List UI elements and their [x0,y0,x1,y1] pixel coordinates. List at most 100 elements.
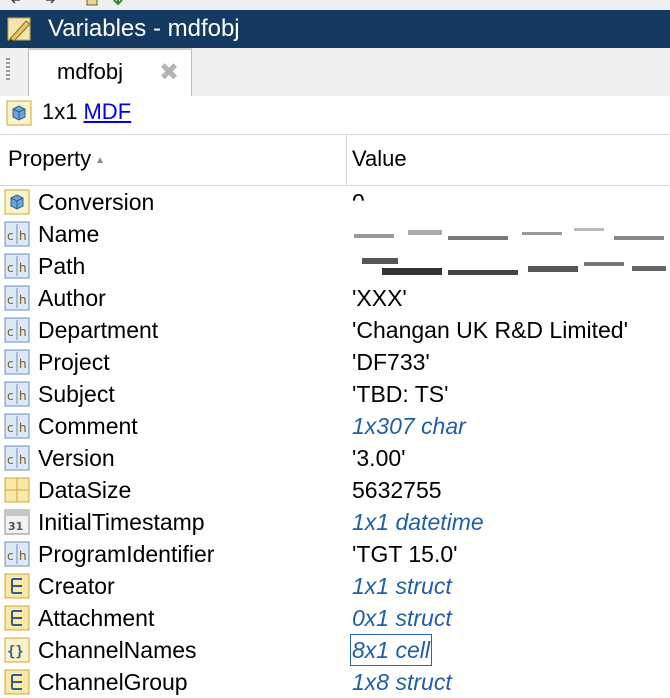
property-row-department[interactable]: c h Department 'Changan UK R&D Limited' [0,314,670,346]
table-header: Property ▲ Value [0,134,670,186]
variable-size: 1x1 [42,99,78,124]
property-row-initialtimestamp[interactable]: 31 InitialTimestamp 1x1 datetime [0,506,670,538]
property-name: Version [38,445,115,471]
property-name: DataSize [38,477,132,503]
property-value-link[interactable]: 1x8 struct [352,668,452,696]
property-name: Subject [38,381,115,407]
property-row-author[interactable]: c h Author 'XXX' [0,282,670,314]
column-header-property[interactable]: Property ▲ [8,146,105,172]
struct-icon [4,669,30,695]
svg-text:h: h [19,293,27,307]
svg-text:c: c [7,549,14,563]
property-row-datasize[interactable]: DataSize 5632755 [0,474,670,506]
char-icon: c h [4,221,30,247]
svg-text:c: c [7,421,14,435]
numeric-icon [4,477,30,503]
property-row-comment[interactable]: c h Comment 1x307 char [0,410,670,442]
svg-text:h: h [19,229,27,243]
property-name: Author [38,285,106,311]
property-name: Path [38,253,86,279]
property-row-subject[interactable]: c h Subject 'TBD: TS' [0,378,670,410]
back-arrow-icon[interactable] [10,0,22,6]
svg-text:c: c [7,293,14,307]
property-name: Comment [38,413,138,439]
property-row-conversion[interactable]: Conversion 0 [0,186,670,218]
property-row-project[interactable]: c h Project 'DF733' [0,346,670,378]
tab-mdfobj[interactable]: mdfobj ✖ [28,48,192,96]
struct-icon [4,573,30,599]
class-link[interactable]: MDF [83,99,131,124]
redacted-value [354,228,664,240]
svg-text:c: c [7,453,14,467]
property-name: Project [38,349,110,375]
property-name: Department [38,317,159,343]
property-value-link[interactable]: 1x1 datetime [352,508,484,536]
property-name: ChannelGroup [38,669,188,695]
svg-text:c: c [7,325,14,339]
property-value: 'TBD: TS' [352,381,449,407]
top-toolbar-strip [0,0,670,10]
svg-text:h: h [19,549,27,563]
property-value: 0 [352,189,365,215]
object-icon [6,100,32,126]
property-value: 'TGT 15.0' [352,541,458,567]
close-icon[interactable]: ✖ [159,58,179,87]
table-icon[interactable] [86,0,98,6]
property-row-attachment[interactable]: Attachment 0x1 struct [0,602,670,634]
char-icon: c h [4,253,30,279]
svg-text:c: c [7,229,14,243]
object-icon [4,189,30,215]
property-value-link-selected[interactable]: 8x1 cell [350,634,432,666]
tab-label: mdfobj [57,59,124,84]
tab-bar: mdfobj ✖ [0,48,670,97]
cell-icon: {} [4,637,30,663]
svg-text:c: c [7,261,14,275]
property-list: Conversion 0 c h Name c h Path c h Autho… [0,186,670,698]
char-icon: c h [4,413,30,439]
svg-text:c: c [7,389,14,403]
char-icon: c h [4,541,30,567]
property-row-programidentifier[interactable]: c h ProgramIdentifier 'TGT 15.0' [0,538,670,570]
struct-icon [4,605,30,631]
property-value: 'DF733' [352,349,430,375]
property-row-path[interactable]: c h Path [0,250,670,282]
property-value: 'Changan UK R&D Limited' [352,317,628,343]
char-icon: c h [4,317,30,343]
property-value: 5632755 [352,477,442,503]
arrow-down-icon[interactable] [112,0,124,6]
svg-text:c: c [7,357,14,371]
svg-text:h: h [19,389,27,403]
property-name: ProgramIdentifier [38,541,215,567]
char-icon: c h [4,381,30,407]
property-value-link[interactable]: 0x1 struct [352,604,452,632]
char-icon: c h [4,445,30,471]
property-value-link[interactable]: 1x307 char [352,412,466,440]
tab-bar-grip[interactable] [6,58,10,82]
variable-summary-bar: 1x1 MDF [0,96,670,130]
property-row-version[interactable]: c h Version '3.00' [0,442,670,474]
property-row-creator[interactable]: Creator 1x1 struct [0,570,670,602]
char-icon: c h [4,349,30,375]
svg-text:h: h [19,421,27,435]
char-icon: c h [4,285,30,311]
property-name: Name [38,221,100,247]
property-row-name[interactable]: c h Name [0,218,670,250]
variable-summary: 1x1 MDF [42,99,131,125]
window-titlebar: Variables - mdfobj [0,10,670,48]
property-value-link[interactable]: 1x1 struct [352,572,452,600]
property-name: Attachment [38,605,155,631]
svg-text:{}: {} [7,644,24,660]
forward-arrow-icon[interactable] [44,0,56,6]
column-header-value[interactable]: Value [352,146,407,172]
property-name: Creator [38,573,115,599]
column-divider[interactable] [346,135,347,185]
svg-text:h: h [19,261,27,275]
datetime-icon: 31 [4,509,30,535]
svg-text:31: 31 [8,520,23,533]
property-value: '3.00' [352,445,406,471]
property-row-channelnames[interactable]: {} ChannelNames 8x1 cell [0,634,670,666]
svg-text:h: h [19,453,27,467]
property-row-channelgroup[interactable]: ChannelGroup 1x8 struct [0,666,670,698]
window-title: Variables - mdfobj [48,15,240,42]
property-name: ChannelNames [38,637,197,663]
